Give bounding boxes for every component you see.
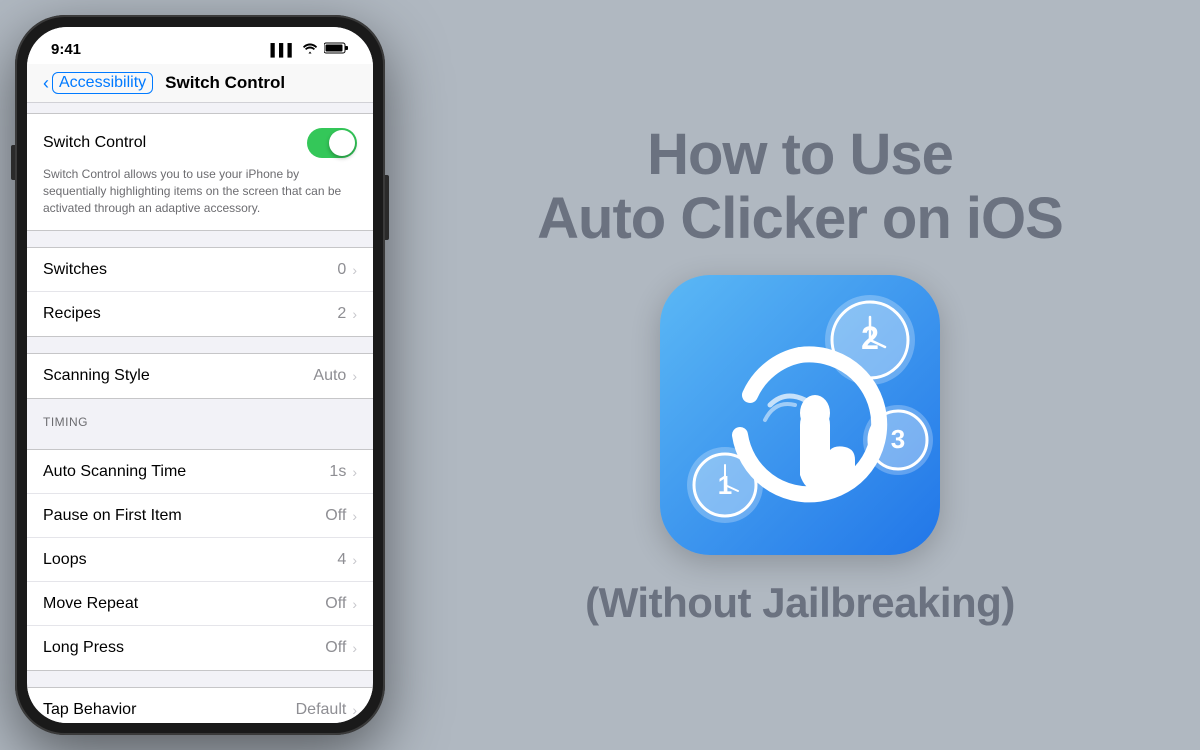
switches-recipes-group: Switches 0 › Recipes 2 › — [27, 247, 373, 337]
auto-scanning-time-value: 1s › — [329, 463, 357, 481]
switch-control-toggle[interactable] — [307, 128, 357, 158]
right-panel: How to Use Auto Clicker on iOS 2 3 — [400, 0, 1200, 750]
pause-on-first-item-row[interactable]: Pause on First Item Off › — [27, 494, 373, 538]
switches-label: Switches — [43, 261, 107, 279]
loops-label: Loops — [43, 551, 87, 569]
auto-scanning-time-label: Auto Scanning Time — [43, 463, 186, 481]
recipes-count: 2 — [337, 305, 346, 323]
auto-scanning-time-row[interactable]: Auto Scanning Time 1s › — [27, 450, 373, 494]
move-repeat-label: Move Repeat — [43, 595, 138, 613]
loops-value: 4 › — [337, 551, 357, 569]
back-label[interactable]: Accessibility — [52, 72, 153, 94]
app-icon: 2 3 1 — [660, 275, 940, 555]
tap-behavior-current: Default — [296, 701, 347, 719]
phone-body: 9:41 ▌▌▌ — [15, 15, 385, 735]
headline-line2: Auto Clicker on iOS — [537, 187, 1063, 251]
screen-content: Switch Control Switch Control allows you… — [27, 103, 373, 723]
scanning-style-chevron-icon: › — [352, 368, 357, 384]
app-icon-svg: 2 3 1 — [660, 275, 940, 555]
switches-count: 0 — [337, 261, 346, 279]
move-repeat-value: Off › — [325, 595, 357, 613]
pause-on-first-item-label: Pause on First Item — [43, 507, 182, 525]
wifi-icon — [302, 42, 318, 57]
loops-chevron-icon: › — [352, 552, 357, 568]
tap-behavior-chevron-icon: › — [352, 702, 357, 718]
tap-behavior-value: Default › — [296, 701, 357, 719]
scanning-style-label: Scanning Style — [43, 367, 150, 385]
headline: How to Use Auto Clicker on iOS — [537, 123, 1063, 251]
pause-first-chevron-icon: › — [352, 508, 357, 524]
svg-text:3: 3 — [891, 424, 905, 454]
switch-control-description: Switch Control allows you to use your iP… — [43, 166, 357, 216]
back-arrow-icon: ‹ — [43, 73, 49, 94]
timing-group: Auto Scanning Time 1s › Pause on First I… — [27, 449, 373, 671]
move-repeat-chevron-icon: › — [352, 596, 357, 612]
switch-control-toggle-row: Switch Control — [43, 128, 357, 158]
bottom-group: Tap Behavior Default › Focused Item Afte… — [27, 687, 373, 723]
switches-value: 0 › — [337, 261, 357, 279]
loops-row[interactable]: Loops 4 › — [27, 538, 373, 582]
move-repeat-row[interactable]: Move Repeat Off › — [27, 582, 373, 626]
headline-line1: How to Use — [537, 123, 1063, 187]
battery-icon — [324, 42, 349, 57]
long-press-current: Off — [325, 639, 346, 657]
subheadline: (Without Jailbreaking) — [585, 579, 1015, 627]
back-button[interactable]: ‹ Accessibility — [43, 72, 153, 94]
nav-title: Switch Control — [165, 73, 285, 93]
tap-behavior-row[interactable]: Tap Behavior Default › — [27, 688, 373, 723]
switches-row[interactable]: Switches 0 › — [27, 248, 373, 292]
pause-on-first-item-value: Off › — [325, 507, 357, 525]
scanning-style-group: Scanning Style Auto › — [27, 353, 373, 399]
auto-scanning-time-current: 1s — [329, 463, 346, 481]
loops-count: 4 — [337, 551, 346, 569]
timing-section-label: TIMING — [27, 409, 373, 433]
recipes-row[interactable]: Recipes 2 › — [27, 292, 373, 336]
phone-screen: 9:41 ▌▌▌ — [27, 27, 373, 723]
signal-icon: ▌▌▌ — [270, 43, 296, 57]
recipes-label: Recipes — [43, 305, 101, 323]
nav-bar: ‹ Accessibility Switch Control — [27, 64, 373, 103]
switches-chevron-icon: › — [352, 262, 357, 278]
move-repeat-current: Off — [325, 595, 346, 613]
status-icons: ▌▌▌ — [270, 42, 349, 57]
scanning-style-current: Auto — [313, 367, 346, 385]
switch-control-section: Switch Control Switch Control allows you… — [27, 113, 373, 231]
long-press-chevron-icon: › — [352, 640, 357, 656]
switch-control-label: Switch Control — [43, 134, 146, 152]
long-press-value: Off › — [325, 639, 357, 657]
recipes-chevron-icon: › — [352, 306, 357, 322]
auto-scanning-chevron-icon: › — [352, 464, 357, 480]
long-press-label: Long Press — [43, 639, 124, 657]
long-press-row[interactable]: Long Press Off › — [27, 626, 373, 670]
scanning-style-value: Auto › — [313, 367, 357, 385]
recipes-value: 2 › — [337, 305, 357, 323]
phone-mockup: 9:41 ▌▌▌ — [0, 0, 400, 750]
pause-on-first-item-current: Off — [325, 507, 346, 525]
scanning-style-row[interactable]: Scanning Style Auto › — [27, 354, 373, 398]
status-time: 9:41 — [51, 41, 81, 58]
tap-behavior-label: Tap Behavior — [43, 701, 136, 719]
status-bar: 9:41 ▌▌▌ — [27, 27, 373, 64]
